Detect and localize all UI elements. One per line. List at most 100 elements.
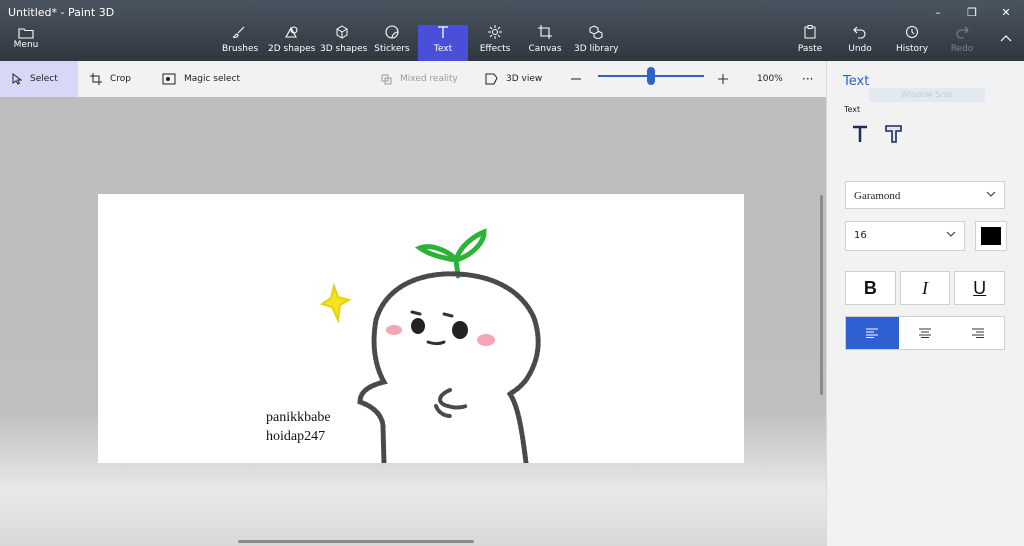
3d-text-icon [885,125,902,143]
stickers-icon [385,25,399,39]
tool-3d-shapes[interactable]: 3D shapes [320,25,368,61]
2d-text-button[interactable] [845,123,875,151]
right-eye-doodle [452,321,468,339]
folder-icon [18,28,34,39]
minimize-button[interactable]: – [924,4,952,22]
restore-button[interactable]: ❐ [958,4,986,22]
align-left-button[interactable] [846,317,899,349]
font-size-value: 16 [854,230,867,241]
right-cheek-doodle [477,334,495,346]
tool-3d-library[interactable]: 3D library [574,25,618,61]
more-options-button[interactable]: ··· [802,61,813,97]
mixed-reality-button[interactable]: Mixed reality [380,61,458,97]
canvas-icon [538,25,552,39]
mixed-reality-icon [381,74,392,84]
align-right-icon [971,328,984,338]
paste-label: Paste [797,44,823,54]
tool-stickers[interactable]: Stickers [374,25,410,61]
zoom-percent[interactable]: 100% [757,61,783,97]
tool-label: 3D library [574,44,619,54]
effects-icon [488,25,502,39]
mixed-reality-label: Mixed reality [400,74,458,84]
italic-button[interactable]: I [899,271,951,305]
font-family-dropdown[interactable]: Garamond [845,181,1005,209]
text-color-fill [981,227,1001,245]
crop-label: Crop [110,74,132,84]
tool-label: 2D shapes [268,44,316,54]
tool-label: 3D shapes [320,44,368,54]
sub-toolbar: Select Crop Magic select Mixed reality 3… [0,61,826,98]
text-properties-panel: Text Window Snip Text Garamond 16 B I U [826,61,1024,546]
2d-text-icon [853,125,867,142]
crop-icon [90,72,102,85]
sparkle-doodle [319,282,352,324]
undo-label: Undo [848,44,872,54]
horizontal-scrollbar[interactable] [238,540,474,543]
tool-text[interactable]: Text [418,25,468,61]
text-icon [438,26,448,38]
zoom-out-button[interactable] [570,61,590,97]
align-right-button[interactable] [951,317,1004,349]
undo-button[interactable]: Undo [846,25,874,61]
align-center-button[interactable] [899,317,952,349]
text-color-picker[interactable] [975,221,1007,251]
3d-shapes-icon [336,25,348,39]
3d-view-icon [485,73,498,84]
tool-label: Stickers [374,44,410,54]
redo-label: Redo [950,44,974,54]
window-title: Untitled* - Paint 3D [8,6,115,19]
tool-canvas[interactable]: Canvas [528,25,562,61]
format-buttons: B I U [845,271,1006,305]
left-eye-doodle [411,318,425,334]
paste-button[interactable]: Paste [796,25,824,61]
sprout-doodle [414,228,487,279]
crop-button[interactable]: Crop [90,61,131,97]
history-icon [906,26,918,38]
tool-brushes[interactable]: Brushes [222,25,259,61]
alignment-buttons [845,316,1005,350]
arm-doodle [434,388,468,418]
underline-button[interactable]: U [954,271,1006,305]
tool-label: Brushes [222,44,259,54]
align-left-icon [866,328,879,338]
clipboard-icon [804,25,816,39]
zoom-slider-thumb[interactable] [647,67,655,85]
minus-icon [571,78,581,80]
3d-view-label: 3D view [506,74,543,84]
left-cheek-doodle [386,325,402,335]
menu-button[interactable]: Menu [8,27,44,59]
undo-icon [853,26,866,39]
magic-select-label: Magic select [184,74,241,84]
tool-label: Canvas [528,44,562,54]
drawing-canvas[interactable]: panikkbabe hoidap247 [98,194,744,463]
redo-icon [956,26,969,39]
magic-select-button[interactable]: Magic select [162,61,240,97]
2d-shapes-icon [285,26,298,38]
font-family-value: Garamond [854,190,901,202]
plus-icon [718,73,728,84]
history-button[interactable]: History [896,25,928,61]
body-doodle [357,271,541,463]
chevron-down-icon [946,231,956,237]
magic-select-icon [162,73,176,84]
chevron-up-icon [1000,35,1012,42]
chevron-down-icon [986,191,996,197]
close-button[interactable]: ✕ [992,4,1020,22]
zoom-in-button[interactable] [717,61,737,97]
brush-icon [232,26,245,38]
cursor-icon [12,72,23,85]
3d-text-button[interactable] [879,123,909,151]
select-button[interactable]: Select [0,61,78,97]
tool-2d-shapes[interactable]: 2D shapes [268,25,316,61]
window-snip-ghost: Window Snip [869,88,985,102]
canvas-text-box[interactable]: panikkbabe hoidap247 [266,408,331,446]
tool-label: Effects [479,44,511,54]
bold-button[interactable]: B [845,271,896,305]
vertical-scrollbar[interactable] [820,195,823,395]
redo-button[interactable]: Redo [948,25,976,61]
3d-view-button[interactable]: 3D view [484,61,542,97]
font-size-dropdown[interactable]: 16 [845,221,965,251]
select-label: Select [30,74,58,84]
tool-effects[interactable]: Effects [478,25,512,61]
3d-library-icon [589,25,603,40]
